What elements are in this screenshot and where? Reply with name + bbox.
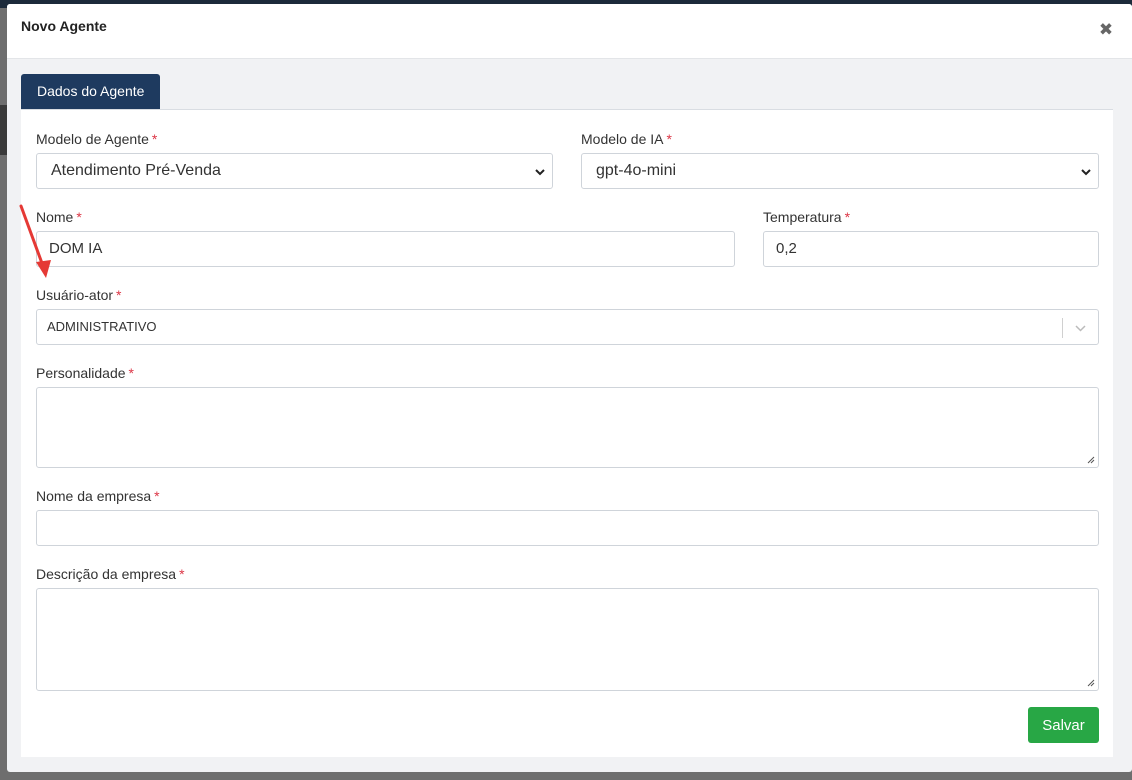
required-marker: * xyxy=(154,488,160,504)
company-description-textarea[interactable] xyxy=(36,588,1099,691)
required-marker: * xyxy=(76,209,82,225)
ai-model-value: gpt-4o-mini xyxy=(596,162,677,179)
required-marker: * xyxy=(128,365,134,381)
required-marker: * xyxy=(666,131,672,147)
company-name-label: Nome da empresa * xyxy=(36,488,160,504)
combobox-separator xyxy=(1062,318,1063,338)
actor-user-combobox[interactable]: ADMINISTRATIVO xyxy=(36,309,1099,345)
company-name-input[interactable] xyxy=(36,510,1099,546)
chevron-down-icon xyxy=(535,169,545,176)
modal-header: Novo Agente ✖ xyxy=(7,4,1132,59)
actor-user-label-text: Usuário-ator xyxy=(36,287,114,303)
close-button[interactable]: ✖ xyxy=(1098,20,1114,39)
agent-model-label-text: Modelo de Agente xyxy=(36,131,149,147)
required-marker: * xyxy=(844,209,851,225)
temperature-label: Temperatura * xyxy=(763,209,850,225)
new-agent-modal: Novo Agente ✖ Dados do Agente Modelo de … xyxy=(7,4,1132,772)
agent-model-label: Modelo de Agente * xyxy=(36,131,157,147)
personality-label: Personalidade * xyxy=(36,365,134,381)
chevron-down-icon[interactable] xyxy=(1074,322,1087,334)
save-button[interactable]: Salvar xyxy=(1028,707,1099,743)
ai-model-select[interactable]: gpt-4o-mini xyxy=(581,153,1099,189)
required-marker: * xyxy=(116,287,122,303)
tab-agent-data[interactable]: Dados do Agente xyxy=(21,74,161,109)
temperature-input[interactable]: 0,2 xyxy=(763,231,1099,267)
temperature-value: 0,2 xyxy=(776,240,797,257)
agent-model-select[interactable]: Atendimento Pré-Venda xyxy=(36,153,553,189)
annotation-arrow-icon xyxy=(19,204,51,278)
agent-form-panel: Modelo de Agente * Atendimento Pré-Venda … xyxy=(21,109,1113,757)
modal-title: Novo Agente xyxy=(21,18,107,34)
resize-grip-icon[interactable] xyxy=(1087,456,1095,464)
name-input[interactable]: DOM IA xyxy=(36,231,735,267)
personality-textarea[interactable] xyxy=(36,387,1099,468)
company-description-label: Descrição da empresa * xyxy=(36,566,185,582)
ai-model-label: Modelo de IA * xyxy=(581,131,672,147)
temperature-label-text: Temperatura xyxy=(763,209,842,225)
actor-user-label: Usuário-ator * xyxy=(36,287,121,303)
close-icon: ✖ xyxy=(1098,20,1114,39)
company-name-label-text: Nome da empresa xyxy=(36,488,152,504)
required-marker: * xyxy=(179,566,185,582)
personality-label-text: Personalidade xyxy=(36,365,126,381)
chevron-down-icon xyxy=(1081,169,1091,176)
actor-user-value: ADMINISTRATIVO xyxy=(47,319,157,334)
ai-model-label-text: Modelo de IA xyxy=(581,131,664,147)
resize-grip-icon[interactable] xyxy=(1087,679,1095,687)
required-marker: * xyxy=(151,131,158,147)
company-description-label-text: Descrição da empresa xyxy=(36,566,177,582)
agent-model-value: Atendimento Pré-Venda xyxy=(51,162,221,179)
